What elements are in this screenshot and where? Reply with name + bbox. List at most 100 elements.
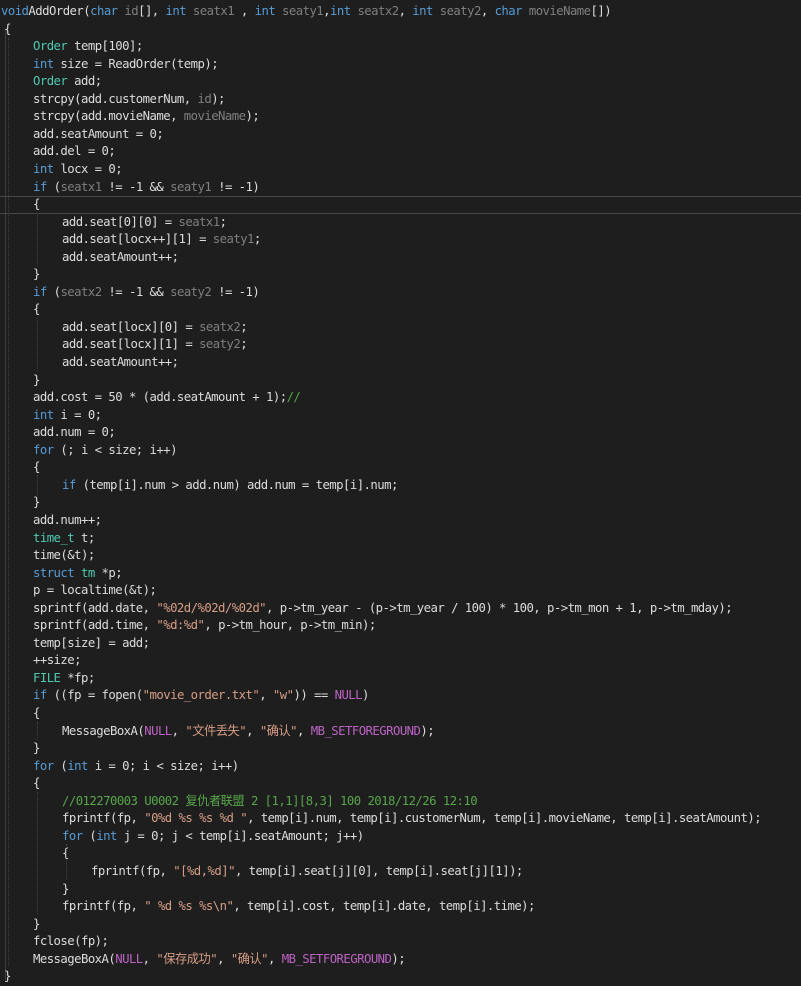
code-token: seatx1 (186, 4, 235, 18)
code-line[interactable]: add.num++; (33, 512, 102, 530)
code-token: id (197, 91, 212, 106)
code-token: MB_SETFOREGROUND (281, 951, 392, 966)
code-line[interactable]: add.del = 0; (33, 143, 116, 161)
code-line[interactable]: if (temp[i].num > add.num) add.num = tem… (62, 477, 398, 495)
code-token: int (412, 4, 433, 18)
code-line[interactable]: ++size; (33, 652, 82, 670)
code-line[interactable]: p = localtime(&t); (33, 582, 157, 600)
code-token: "w" (272, 688, 294, 703)
code-line[interactable]: } (62, 881, 69, 899)
code-line[interactable]: { (33, 196, 40, 214)
code-line[interactable]: add.seat[0][0] = seatx1; (62, 214, 227, 232)
code-token: MessageBoxA( (33, 951, 116, 966)
code-line[interactable]: add.cost = 50 * (add.seatAmount + 1);// (33, 389, 301, 407)
code-line[interactable]: fprintf(fp, "0%d %s %s %d ", temp[i].num… (62, 810, 762, 828)
code-token: add; (67, 74, 102, 89)
code-line[interactable]: strcpy(add.customerNum, id); (33, 91, 225, 109)
code-line[interactable]: } (33, 266, 40, 284)
code-token: } (33, 495, 40, 510)
code-token: seaty1 (275, 4, 324, 18)
code-line[interactable]: int size = ReadOrder(temp); (33, 56, 219, 74)
code-line[interactable]: for (int i = 0; i < size; i++) (33, 758, 239, 776)
indent-guide (66, 844, 67, 880)
code-token: int (33, 407, 54, 422)
code-token: int (96, 828, 117, 843)
code-token: int (67, 758, 88, 773)
code-token: } (4, 969, 11, 984)
code-token: , (171, 723, 186, 738)
code-line[interactable]: MessageBoxA(NULL, "保存成功", "确认", MB_SETFO… (33, 951, 406, 969)
code-line[interactable]: } (33, 916, 40, 934)
code-line[interactable]: { (33, 301, 40, 319)
code-token: ( (53, 758, 68, 773)
code-token: NULL (334, 688, 363, 703)
code-line[interactable]: MessageBoxA(NULL, "文件丢失", "确认", MB_SETFO… (62, 723, 435, 741)
code-line[interactable]: for (; i < size; i++) (33, 442, 177, 460)
code-token: int (33, 161, 54, 176)
code-token: ); (245, 109, 260, 124)
code-line[interactable]: voidAddOrder(char id[], int seatx1 , int… (1, 3, 612, 21)
code-editor[interactable]: voidAddOrder(char id[], int seatx1 , int… (0, 0, 801, 984)
code-token: strcpy(add.movieName, (33, 109, 184, 124)
code-line[interactable]: add.seatAmount = 0; (33, 126, 164, 144)
code-line[interactable]: FILE *fp; (33, 670, 95, 688)
code-line[interactable]: add.seat[locx][0] = seatx2; (62, 319, 248, 337)
code-token: add.del = 0; (33, 144, 116, 159)
code-token: size = ReadOrder(temp); (53, 56, 219, 71)
code-line[interactable]: { (4, 21, 11, 39)
code-token: { (4, 21, 11, 36)
code-line[interactable]: Order temp[100]; (33, 38, 143, 56)
code-line[interactable]: add.seat[locx++][1] = seaty1; (62, 231, 261, 249)
code-token: strcpy(add.customerNum, (33, 91, 198, 106)
code-token: , (398, 4, 413, 18)
code-line[interactable]: add.seatAmount++; (62, 354, 179, 372)
code-line[interactable]: } (4, 968, 11, 986)
code-token: , (246, 723, 260, 738)
code-token: if (33, 179, 47, 194)
code-token: != -1) (211, 179, 260, 194)
code-line[interactable]: if (seatx2 != -1 && seaty2 != -1) (33, 284, 260, 302)
code-line[interactable]: sprintf(add.time, "%d:%d", p->tm_hour, p… (33, 617, 376, 635)
code-line[interactable]: //012270003 U0002 复仇者联盟 2 [1,1][8,3] 100… (62, 793, 478, 811)
code-line[interactable]: int i = 0; (33, 407, 102, 425)
code-line[interactable]: for (int j = 0; j < temp[i].seatAmount; … (62, 828, 364, 846)
code-line[interactable]: strcpy(add.movieName, movieName); (33, 108, 260, 126)
code-line[interactable]: sprintf(add.date, "%02d/%02d/%02d", p->t… (33, 600, 733, 618)
code-line[interactable]: fprintf(fp, " %d %s %s\n", temp[i].cost,… (62, 898, 535, 916)
code-token: fprintf(fp, (62, 811, 145, 826)
code-token: , (142, 951, 157, 966)
code-line[interactable]: add.seat[locx][1] = seaty2; (62, 336, 248, 354)
code-line[interactable]: fclose(fp); (33, 933, 109, 951)
code-token: NULL (115, 951, 143, 966)
code-line[interactable]: add.num = 0; (33, 424, 116, 442)
code-line[interactable]: } (33, 372, 40, 390)
code-token: MB_SETFOREGROUND (310, 723, 421, 738)
code-line[interactable]: time_t t; (33, 530, 95, 548)
code-line[interactable]: int locx = 0; (33, 161, 123, 179)
code-token: *p; (94, 565, 123, 580)
code-token: p = localtime(&t); (33, 583, 157, 598)
code-token: seaty2 (170, 284, 212, 299)
code-token: , (217, 951, 231, 966)
code-line[interactable]: if ((fp = fopen("movie_order.txt", "w"))… (33, 687, 369, 705)
code-token: add.cost = 50 * (add.seatAmount + 1); (33, 390, 287, 405)
code-line[interactable]: } (33, 740, 40, 758)
code-line[interactable]: struct tm *p; (33, 565, 123, 583)
code-line[interactable]: } (33, 494, 40, 512)
code-line[interactable]: { (33, 775, 40, 793)
code-token: fprintf(fp, (91, 863, 174, 878)
code-line[interactable]: time(&t); (33, 547, 95, 565)
code-line[interactable]: { (33, 705, 40, 723)
code-line[interactable]: Order add; (33, 73, 102, 91)
code-token: add.seat[locx][0] = (62, 319, 200, 334)
code-token: , p->tm_hour, p->tm_min); (204, 618, 376, 633)
code-token: FILE (33, 670, 61, 685)
code-line[interactable]: temp[size] = add; (33, 635, 150, 653)
code-token: , (259, 688, 273, 703)
code-line[interactable]: if (seatx1 != -1 && seaty1 != -1) (33, 179, 260, 197)
code-line[interactable]: add.seatAmount++; (62, 249, 179, 267)
code-token: "确认" (230, 951, 269, 966)
code-line[interactable]: fprintf(fp, "[%d,%d]", temp[i].seat[j][0… (91, 863, 523, 881)
code-token: t; (74, 530, 95, 545)
code-token: } (33, 267, 40, 282)
